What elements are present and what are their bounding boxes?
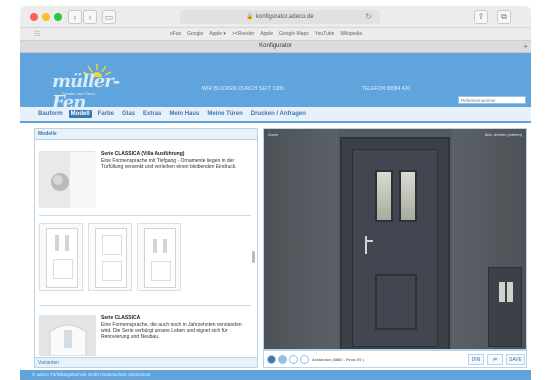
divider xyxy=(39,305,251,306)
model-title: Serie CLASSICA (Villa Ausführung) xyxy=(101,151,185,157)
menu-extras[interactable]: Extras xyxy=(141,110,163,118)
color-swatch-option[interactable] xyxy=(289,355,298,364)
model-description: Eine Formensprache, die auch noch in Jah… xyxy=(101,322,242,340)
variants-tab[interactable]: Varianten xyxy=(35,357,257,367)
model-description: Eine Formensprache mit Tiefgang - Orname… xyxy=(101,158,237,170)
models-panel-title: Modelle xyxy=(35,129,257,140)
tab-konfigurator[interactable]: Konfigurator xyxy=(20,43,531,49)
grid-icon[interactable]: ☷ xyxy=(34,30,40,38)
bookmark-item[interactable]: eFax xyxy=(170,31,181,37)
mini-glass xyxy=(499,282,505,302)
color-swatch-outside[interactable] xyxy=(278,355,287,364)
site-header: müller-Fen Fenster und Türen WIR BLICKEN… xyxy=(20,53,531,113)
save-button[interactable]: SAVE xyxy=(506,354,525,365)
forward-icon[interactable]: › xyxy=(83,10,97,24)
door-handle-bar xyxy=(365,240,373,242)
wall-left xyxy=(264,129,338,349)
back-icon[interactable]: ‹ xyxy=(68,10,82,24)
menu-modell[interactable]: Modell xyxy=(68,110,92,118)
reference-number-input[interactable] xyxy=(458,96,526,104)
minimize-window-button[interactable] xyxy=(42,13,50,21)
menu-farbe[interactable]: Farbe xyxy=(96,110,116,118)
door-arch-image xyxy=(40,316,96,357)
door-thumbnail[interactable] xyxy=(137,223,181,291)
divider xyxy=(39,215,251,216)
configurator-menu: Bauform Modell Farbe Glas Extras Mein Ha… xyxy=(20,107,531,123)
logo-subtitle: Fenster und Türen xyxy=(62,91,95,96)
door-inset-panel xyxy=(375,274,417,330)
bookmarks-bar: ☷ eFax Google Apple ▾ ><Reeder Apple Goo… xyxy=(20,28,531,40)
door-knob-image xyxy=(40,152,96,208)
menu-glas[interactable]: Glas xyxy=(120,110,137,118)
tabs-overview-icon[interactable]: ⧉ xyxy=(497,10,511,24)
door-frame xyxy=(340,137,450,349)
menu-drucken-anfragen[interactable]: Drucken / Anfragen xyxy=(249,110,308,118)
tab-bar: Konfigurator + xyxy=(20,40,531,53)
tagline: WIR BLICKEN DURCH SEIT 1905 xyxy=(202,86,285,92)
model-title: Serie CLASSICA xyxy=(101,315,141,321)
share-icon[interactable]: ⇧ xyxy=(474,10,488,24)
model-image[interactable] xyxy=(39,315,96,357)
bookmark-item[interactable]: Wikipedia xyxy=(340,31,362,37)
site-footer: © adeco Türfüllungstechnik GmbH Datensch… xyxy=(20,370,531,380)
color-swatch-option[interactable] xyxy=(300,355,309,364)
door-thumbnail[interactable] xyxy=(39,223,83,291)
close-window-button[interactable] xyxy=(30,13,38,21)
door-thumbnail[interactable] xyxy=(88,223,132,291)
door-handle xyxy=(365,236,367,254)
din-button[interactable]: DIN xyxy=(468,354,484,365)
reload-icon[interactable]: ↻ xyxy=(365,10,372,24)
zoom-toggle[interactable]: Zoom xyxy=(268,132,278,137)
mini-glass xyxy=(507,282,513,302)
url-text: konfigurator.adeco.de xyxy=(255,14,314,20)
bookmark-item[interactable]: ><Reeder xyxy=(232,31,254,37)
model-thumbnails xyxy=(39,223,181,291)
mini-door-preview[interactable] xyxy=(488,267,522,347)
rotate-hint: Abb. drehen (ziehen) xyxy=(484,132,522,137)
glass-pane xyxy=(375,170,393,222)
door-direction-icon[interactable]: ⇌ xyxy=(487,354,503,365)
address-bar[interactable]: 🔒 konfigurator.adeco.de ↻ xyxy=(180,10,380,24)
bookmark-item[interactable]: Apple xyxy=(260,31,273,37)
bookmark-item[interactable]: YouTube xyxy=(315,31,335,37)
preview-toolbar: Anstandon (8880 - Finos 09 ) DIN ⇌ SAVE xyxy=(263,350,527,368)
bookmark-item[interactable]: Google Maps xyxy=(279,31,309,37)
menu-bauform[interactable]: Bauform xyxy=(36,110,65,118)
menu-mein-haus[interactable]: Mein Haus xyxy=(167,110,201,118)
lock-icon: 🔒 xyxy=(246,14,254,20)
sidebar-icon[interactable]: ▭ xyxy=(102,10,116,24)
phone-number: TELEFON 08084 420 xyxy=(362,86,411,92)
menu-meine-tueren[interactable]: Meine Türen xyxy=(205,110,244,118)
bookmark-item[interactable]: Google xyxy=(187,31,203,37)
new-tab-icon[interactable]: + xyxy=(523,42,528,51)
models-panel: Modelle Serie CLASSICA (Villa Ausführung… xyxy=(34,128,258,368)
color-description: Anstandon (8880 - Finos 09 ) xyxy=(312,357,364,362)
zoom-window-button[interactable] xyxy=(54,13,62,21)
glass-pane xyxy=(399,170,417,222)
scrollbar-thumb[interactable] xyxy=(252,251,255,263)
browser-titlebar: ‹ › ▭ 🔒 konfigurator.adeco.de ↻ ⇧ ⧉ xyxy=(20,6,531,28)
bookmark-item[interactable]: Apple ▾ xyxy=(209,31,226,37)
color-swatch-inside[interactable] xyxy=(267,355,276,364)
door-image xyxy=(352,149,438,347)
footer-text: © adeco Türfüllungstechnik GmbH Datensch… xyxy=(32,372,151,377)
company-logo[interactable]: müller-Fen Fenster und Türen xyxy=(52,63,142,113)
door-preview[interactable]: Zoom Abb. drehen (ziehen) xyxy=(263,128,527,350)
model-image[interactable] xyxy=(39,151,96,208)
